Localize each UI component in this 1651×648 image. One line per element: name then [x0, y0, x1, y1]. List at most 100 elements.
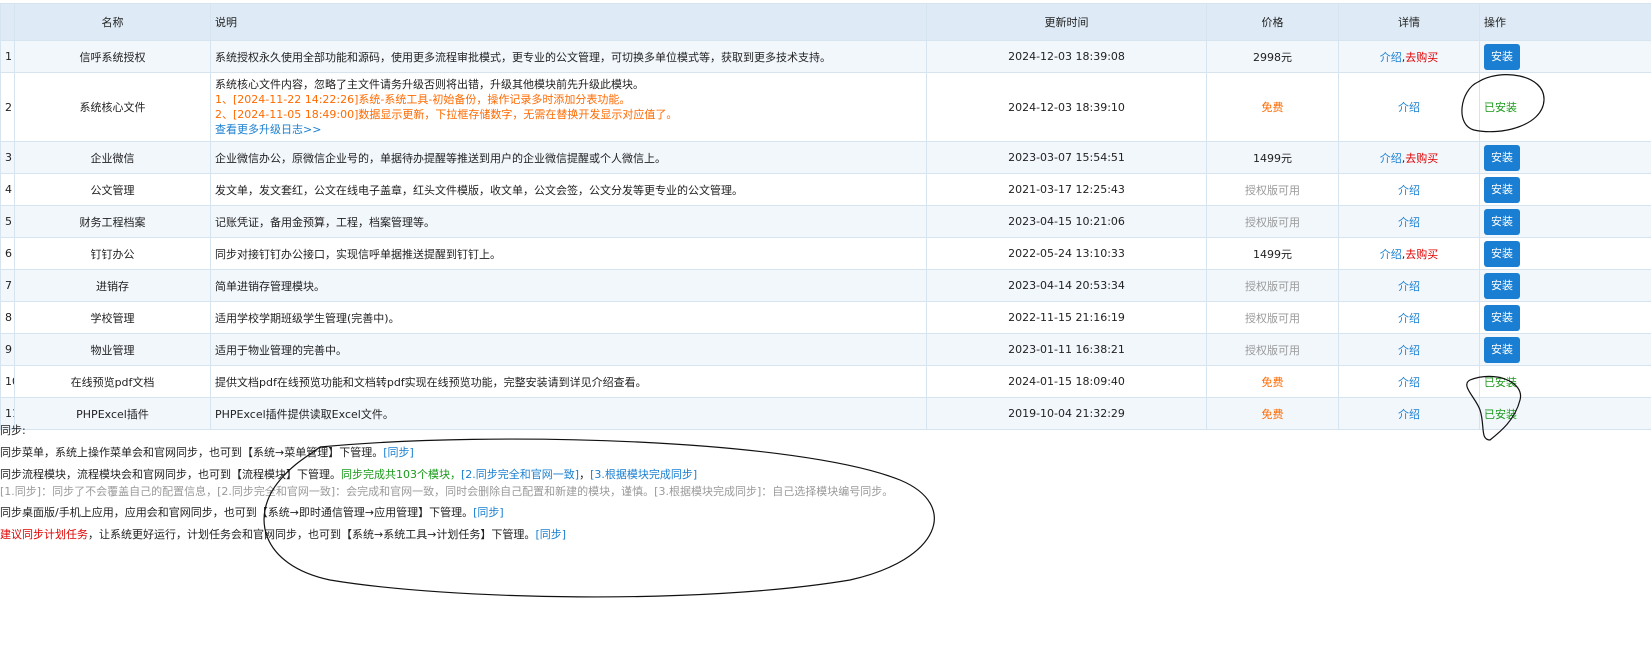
install-button[interactable]: 安装	[1484, 336, 1520, 363]
intro-link[interactable]: 介绍	[1380, 152, 1402, 165]
col-header-detail: 详情	[1338, 3, 1480, 41]
module-detail-cell: 介绍	[1338, 205, 1480, 238]
buy-link[interactable]: 去购买	[1405, 152, 1438, 165]
module-desc: 系统核心文件内容，忽略了主文件请务升级否则将出错，升级其他模块前先升级此模块。 …	[210, 72, 927, 142]
module-action-cell: 安装	[1479, 269, 1651, 302]
intro-link[interactable]: 介绍	[1398, 312, 1420, 325]
install-button[interactable]: 安装	[1484, 144, 1520, 171]
module-desc: 简单进销存管理模块。	[210, 269, 927, 302]
installed-status: 已安装	[1479, 72, 1651, 142]
module-name: 物业管理	[14, 333, 211, 366]
install-button[interactable]: 安装	[1484, 208, 1520, 235]
module-desc: 提供文档pdf在线预览功能和文档转pdf实现在线预览功能，完整安装请到详见介绍查…	[210, 365, 927, 398]
install-button[interactable]: 安装	[1484, 176, 1520, 203]
module-name: 进销存	[14, 269, 211, 302]
table-row: 10 在线预览pdf文档 提供文档pdf在线预览功能和文档转pdf实现在线预览功…	[0, 365, 1651, 398]
table-row: 9 物业管理 适用于物业管理的完善中。 2023-01-11 16:38:21 …	[0, 333, 1651, 366]
module-action-cell: 安装	[1479, 173, 1651, 206]
module-detail-cell: 介绍,去购买	[1338, 40, 1480, 73]
module-detail-cell: 介绍,去购买	[1338, 141, 1480, 174]
table-row: 3 企业微信 企业微信办公，原微信企业号的，单据待办提醒等推送到用户的企业微信提…	[0, 141, 1651, 174]
intro-link[interactable]: 介绍	[1398, 280, 1420, 293]
intro-link[interactable]: 介绍	[1398, 408, 1420, 421]
row-number: 4	[0, 173, 15, 206]
intro-link[interactable]: 介绍	[1398, 101, 1420, 114]
module-updated: 2023-01-11 16:38:21	[926, 333, 1207, 366]
intro-link[interactable]: 介绍	[1380, 51, 1402, 64]
sync-app-line: 同步桌面版/手机上应用，应用会和官网同步，也可到【系统→即时通信管理→应用管理】…	[0, 504, 504, 520]
sync-task-text: ，让系统更好运行，计划任务会和官网同步，也可到【系统→系统工具→计划任务】下管理…	[88, 528, 536, 541]
module-action-cell: 安装	[1479, 301, 1651, 334]
install-button[interactable]: 安装	[1484, 43, 1520, 70]
sync-app-link[interactable]: [同步]	[473, 506, 504, 519]
module-desc: 适用于物业管理的完善中。	[210, 333, 927, 366]
module-action-cell: 安装	[1479, 40, 1651, 73]
intro-link[interactable]: 介绍	[1398, 216, 1420, 229]
col-header-desc: 说明	[210, 3, 927, 41]
table-row: 2 系统核心文件 系统核心文件内容，忽略了主文件请务升级否则将出错，升级其他模块…	[0, 72, 1651, 142]
row-number: 3	[0, 141, 15, 174]
module-action-cell: 安装	[1479, 237, 1651, 270]
sync-menu-text: 同步菜单，系统上操作菜单会和官网同步，也可到【系统→菜单管理】下管理。	[0, 446, 384, 459]
sync-flow-done: 同步完成共103个模块，	[341, 468, 461, 481]
module-updated: 2021-03-17 12:25:43	[926, 173, 1207, 206]
more-changelog-link[interactable]: 查看更多升级日志>>	[215, 122, 922, 137]
sync-flow-line: 同步流程模块，流程模块会和官网同步，也可到【流程模块】下管理。同步完成共103个…	[0, 466, 697, 482]
module-detail-cell: 介绍,去购买	[1338, 237, 1480, 270]
buy-link[interactable]: 去购买	[1405, 51, 1438, 64]
intro-link[interactable]: 介绍	[1380, 248, 1402, 261]
changelog-item: 2、[2024-11-05 18:49:00]数据显示更新，下拉框存储数字，无需…	[215, 108, 678, 121]
row-number: 5	[0, 205, 15, 238]
sync-flow-full-link[interactable]: [2.同步完全和官网一致]	[461, 468, 579, 481]
module-desc: PHPExcel插件提供读取Excel文件。	[210, 397, 927, 430]
col-header-updated: 更新时间	[926, 3, 1207, 41]
row-number: 2	[0, 72, 15, 142]
module-updated: 2024-12-03 18:39:10	[926, 72, 1207, 142]
sync-flow-note: [1.同步]：同步了不会覆盖自己的配置信息，[2.同步完全和官网一致]：会完成和…	[0, 485, 894, 498]
row-number: 1	[0, 40, 15, 73]
table-row: 4 公文管理 发文单，发文套红，公文在线电子盖章，红头文件模版，收文单，公文会签…	[0, 173, 1651, 206]
intro-link[interactable]: 介绍	[1398, 376, 1420, 389]
sync-flow-module-link[interactable]: [3.根据模块完成同步]	[590, 468, 697, 481]
sync-task-link[interactable]: [同步]	[535, 528, 566, 541]
module-desc-text: 系统核心文件内容，忽略了主文件请务升级否则将出错，升级其他模块前先升级此模块。	[215, 78, 644, 91]
module-name: 在线预览pdf文档	[14, 365, 211, 398]
module-desc: 记账凭证，备用金预算，工程，档案管理等。	[210, 205, 927, 238]
module-updated: 2019-10-04 21:32:29	[926, 397, 1207, 430]
module-updated: 2023-03-07 15:54:51	[926, 141, 1207, 174]
module-price: 1499元	[1206, 237, 1339, 270]
module-action-cell: 安装	[1479, 205, 1651, 238]
row-number: 6	[0, 237, 15, 270]
installed-status: 已安装	[1479, 365, 1651, 398]
module-updated: 2024-12-03 18:39:08	[926, 40, 1207, 73]
module-updated: 2022-05-24 13:10:33	[926, 237, 1207, 270]
installed-status: 已安装	[1479, 397, 1651, 430]
sync-flow-text: 同步流程模块，流程模块会和官网同步，也可到【流程模块】下管理。	[0, 468, 341, 481]
install-button[interactable]: 安装	[1484, 272, 1520, 299]
module-action-cell: 安装	[1479, 333, 1651, 366]
module-updated: 2023-04-14 20:53:34	[926, 269, 1207, 302]
install-button[interactable]: 安装	[1484, 240, 1520, 267]
buy-link[interactable]: 去购买	[1405, 248, 1438, 261]
module-price: 授权版可用	[1206, 333, 1339, 366]
module-name: 信呼系统授权	[14, 40, 211, 73]
table-row: 1 信呼系统授权 系统授权永久使用全部功能和源码，使用更多流程审批模式，更专业的…	[0, 40, 1651, 73]
table-row: 8 学校管理 适用学校学期班级学生管理(完善中)。 2022-11-15 21:…	[0, 301, 1651, 334]
col-header-name: 名称	[14, 3, 211, 41]
module-desc: 适用学校学期班级学生管理(完善中)。	[210, 301, 927, 334]
module-name: 系统核心文件	[14, 72, 211, 142]
module-price: 授权版可用	[1206, 205, 1339, 238]
changelog-item: 1、[2024-11-22 14:22:26]系统-系统工具-初始备份，操作记录…	[215, 93, 631, 106]
install-button[interactable]: 安装	[1484, 304, 1520, 331]
module-detail-cell: 介绍	[1338, 333, 1480, 366]
module-desc: 同步对接钉钉办公接口，实现信呼单据推送提醒到钉钉上。	[210, 237, 927, 270]
module-price: 1499元	[1206, 141, 1339, 174]
module-detail-cell: 介绍	[1338, 301, 1480, 334]
intro-link[interactable]: 介绍	[1398, 184, 1420, 197]
module-name: 财务工程档案	[14, 205, 211, 238]
sync-menu-link[interactable]: [同步]	[383, 446, 414, 459]
module-updated: 2023-04-15 10:21:06	[926, 205, 1207, 238]
intro-link[interactable]: 介绍	[1398, 344, 1420, 357]
module-updated: 2022-11-15 21:16:19	[926, 301, 1207, 334]
module-desc: 企业微信办公，原微信企业号的，单据待办提醒等推送到用户的企业微信提醒或个人微信上…	[210, 141, 927, 174]
